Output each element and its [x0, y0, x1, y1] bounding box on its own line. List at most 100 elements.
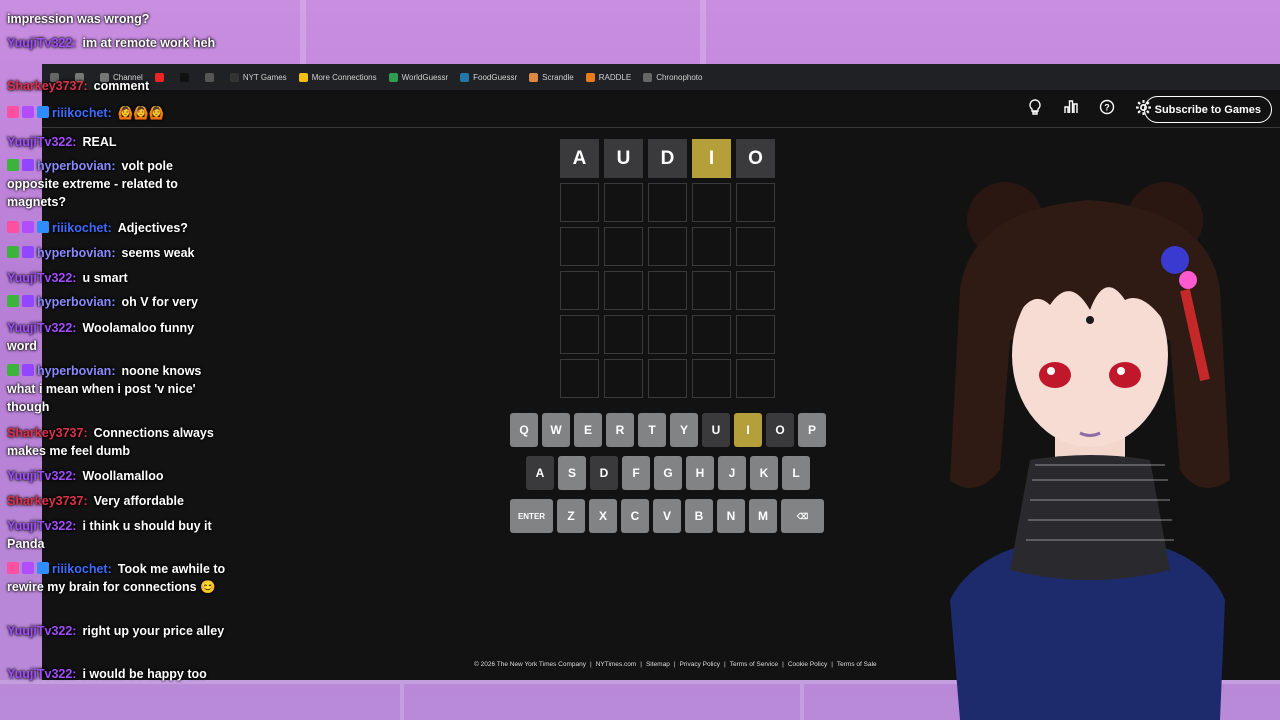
key-g[interactable]: G: [654, 456, 682, 490]
bookmark-item[interactable]: RADDLE: [585, 72, 631, 82]
chat-message: riiikochet: 🙆🙆🙆: [7, 104, 227, 122]
chat-username[interactable]: Sharkey3737:: [7, 426, 88, 440]
chat-badge-icon: [7, 562, 19, 574]
chat-message: YuujiTv322: u smart: [7, 269, 227, 287]
chat-username[interactable]: YuujiTv322:: [7, 135, 76, 149]
footer-link[interactable]: Terms of Sale: [837, 661, 877, 668]
board-tile: [560, 227, 599, 266]
chat-username[interactable]: hyperbovian:: [37, 364, 116, 378]
footer-link: © 2026 The New York Times Company: [474, 661, 586, 668]
key-o[interactable]: O: [766, 413, 794, 447]
bookmark-label: Scrandle: [542, 72, 574, 82]
chat-username[interactable]: YuujiTv322:: [7, 321, 76, 335]
bookmark-label: Chronophoto: [656, 72, 703, 82]
chat-message: Sharkey3737: Very affordable: [7, 492, 227, 510]
subscribe-button[interactable]: Subscribe to Games: [1143, 96, 1272, 123]
bookmark-item[interactable]: Chronophoto: [643, 72, 703, 82]
chat-username[interactable]: YuujiTv322:: [7, 271, 76, 285]
chat-username[interactable]: riiikochet:: [52, 562, 112, 576]
footer-link[interactable]: Cookie Policy: [788, 661, 827, 668]
chat-username[interactable]: YuujiTv322:: [7, 519, 76, 533]
key-l[interactable]: L: [782, 456, 810, 490]
key-s[interactable]: S: [558, 456, 586, 490]
footer-link[interactable]: Terms of Service: [730, 661, 778, 668]
chat-message: YuujiTv322: Woolamaloo funny word: [7, 319, 227, 355]
hint-lightbulb-icon[interactable]: [1026, 98, 1044, 116]
chat-badge-icon: [22, 295, 34, 307]
chat-username[interactable]: YuujiTv322:: [7, 624, 76, 638]
vtuber-avatar: [920, 180, 1260, 720]
bookmark-item[interactable]: More Connections: [298, 72, 377, 82]
chat-badge-icon: [37, 562, 49, 574]
raddle-icon: [585, 72, 595, 82]
chat-message: YuujiTv322: i think u should buy it Panda: [7, 517, 227, 553]
chat-badge-icon: [7, 159, 19, 171]
stream-chat: impression was wrong? YuujiTv322: im at re…: [0, 0, 230, 720]
chat-username[interactable]: hyperbovian:: [37, 295, 116, 309]
chat-username[interactable]: Sharkey3737:: [7, 494, 88, 508]
board-row: AUDIO: [560, 139, 775, 178]
chat-text: Very affordable: [93, 494, 184, 508]
backspace-key[interactable]: ⌫: [781, 499, 824, 533]
grid-icon: [298, 72, 308, 82]
key-m[interactable]: M: [749, 499, 777, 533]
bookmark-label: FoodGuessr: [473, 72, 518, 82]
key-d[interactable]: D: [590, 456, 618, 490]
chat-username[interactable]: hyperbovian:: [37, 246, 116, 260]
board-row: [560, 271, 775, 310]
bookmark-item[interactable]: FoodGuessr: [460, 72, 518, 82]
chat-username[interactable]: riiikochet:: [52, 106, 112, 120]
key-y[interactable]: Y: [670, 413, 698, 447]
board-tile: [604, 271, 643, 310]
chat-username[interactable]: riiikochet:: [52, 221, 112, 235]
key-f[interactable]: F: [622, 456, 650, 490]
key-h[interactable]: H: [686, 456, 714, 490]
key-i[interactable]: I: [734, 413, 762, 447]
footer-link[interactable]: Privacy Policy: [680, 661, 720, 668]
chat-badge-icon: [22, 364, 34, 376]
footer-separator: |: [831, 661, 833, 668]
enter-key[interactable]: ENTER: [510, 499, 553, 533]
key-b[interactable]: B: [685, 499, 713, 533]
key-z[interactable]: Z: [557, 499, 585, 533]
board-tile: [692, 183, 731, 222]
bookmark-item[interactable]: Scrandle: [529, 72, 574, 82]
key-v[interactable]: V: [653, 499, 681, 533]
key-c[interactable]: C: [621, 499, 649, 533]
board-tile: [604, 227, 643, 266]
key-n[interactable]: N: [717, 499, 745, 533]
key-p[interactable]: P: [798, 413, 826, 447]
key-k[interactable]: K: [750, 456, 778, 490]
chat-username[interactable]: Sharkey3737:: [7, 79, 88, 93]
bookmark-item[interactable]: WorldGuessr: [388, 72, 448, 82]
key-x[interactable]: X: [589, 499, 617, 533]
bookmark-item[interactable]: NYT Games: [229, 72, 287, 82]
help-icon[interactable]: ?: [1098, 98, 1116, 116]
key-a[interactable]: A: [526, 456, 554, 490]
statistics-icon[interactable]: [1062, 98, 1080, 116]
key-t[interactable]: T: [638, 413, 666, 447]
chat-message: hyperbovian: noone knows what i mean when…: [7, 362, 227, 416]
chat-badge-icon: [22, 562, 34, 574]
key-q[interactable]: Q: [510, 413, 538, 447]
chat-username[interactable]: YuujiTv322:: [7, 36, 76, 50]
board-row: [560, 315, 775, 354]
key-r[interactable]: R: [606, 413, 634, 447]
chat-badge-icon: [7, 106, 19, 118]
chat-username[interactable]: YuujiTv322:: [7, 469, 76, 483]
key-j[interactable]: J: [718, 456, 746, 490]
onscreen-keyboard: Q W E R T Y U I O P A S D F G H J K L ENTER Z X C V B N M ⌫: [510, 413, 826, 542]
footer-link[interactable]: NYTimes.com: [596, 661, 637, 668]
chat-text: seems weak: [121, 246, 195, 260]
board-tile: [692, 271, 731, 310]
board-tile: [648, 315, 687, 354]
key-u[interactable]: U: [702, 413, 730, 447]
key-e[interactable]: E: [574, 413, 602, 447]
chat-username[interactable]: hyperbovian:: [37, 159, 116, 173]
chat-badge-icon: [7, 295, 19, 307]
chat-username[interactable]: YuujiTv322:: [7, 667, 76, 681]
footer-link[interactable]: Sitemap: [646, 661, 670, 668]
chat-message: riiikochet: Took me awhile to rewire my b…: [7, 560, 227, 596]
key-w[interactable]: W: [542, 413, 570, 447]
chat-message: YuujiTv322: right up your price alley: [7, 622, 227, 640]
